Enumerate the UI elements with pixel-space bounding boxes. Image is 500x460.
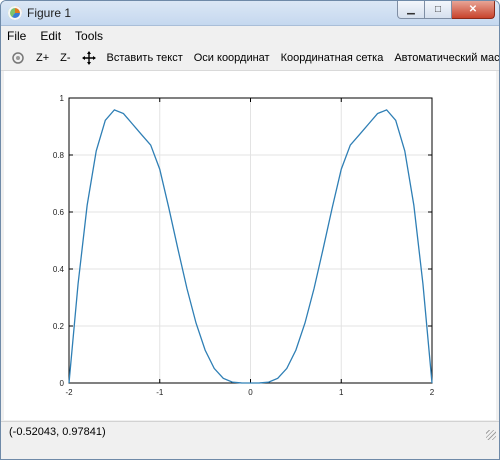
close-button[interactable]: ✕ xyxy=(452,1,495,19)
y-tick-label: 0.6 xyxy=(53,208,65,217)
menu-file-label: File xyxy=(7,29,27,43)
resize-grip[interactable] xyxy=(486,430,496,440)
close-icon: ✕ xyxy=(468,4,478,15)
plot-svg[interactable]: -2 -1 0 1 2 0 0.2 0.4 0.6 0.8 1 xyxy=(4,71,496,420)
title-bar[interactable]: Figure 1 ▁ □ ✕ xyxy=(1,1,499,26)
menu-tools-label: Tools xyxy=(75,29,104,43)
menu-edit[interactable]: Edit xyxy=(40,29,61,43)
x-tick-label: 2 xyxy=(430,388,435,397)
zoom-out-button[interactable]: Z- xyxy=(60,52,70,64)
y-tick-label: 0 xyxy=(60,379,65,388)
menu-file[interactable]: File xyxy=(7,29,26,43)
y-tick-label: 0.4 xyxy=(53,265,65,274)
toggle-axes-button[interactable]: Оси координат xyxy=(194,52,270,64)
y-tick-label: 0.2 xyxy=(53,322,65,331)
minimize-icon: ▁ xyxy=(407,4,415,15)
toggle-grid-button[interactable]: Координатная сетка xyxy=(281,52,384,64)
octave-app-icon xyxy=(8,6,22,20)
figure-canvas[interactable]: -2 -1 0 1 2 0 0.2 0.4 0.6 0.8 1 xyxy=(4,71,496,420)
rotate-icon xyxy=(12,52,24,64)
y-tick-label: 1 xyxy=(60,94,65,103)
zoom-in-button[interactable]: Z+ xyxy=(36,52,49,64)
maximize-icon: □ xyxy=(434,4,442,15)
pointer-coordinates: (-0.52043, 0.97841) xyxy=(9,426,106,438)
menu-edit-label: Edit xyxy=(40,29,62,43)
maximize-button[interactable]: □ xyxy=(425,1,452,19)
x-tick-label: 0 xyxy=(248,388,253,397)
window-controls: ▁ □ ✕ xyxy=(397,1,495,19)
pan-tool-button[interactable] xyxy=(81,50,96,66)
minimize-button[interactable]: ▁ xyxy=(397,1,425,19)
figure-window: Figure 1 ▁ □ ✕ File Edit Tools Z+ Z- Вст… xyxy=(0,0,500,460)
window-title: Figure 1 xyxy=(27,6,72,20)
y-tick-label: 0.8 xyxy=(53,151,65,160)
autoscale-button[interactable]: Автоматический масштаб xyxy=(394,52,499,64)
menu-tools[interactable]: Tools xyxy=(75,29,103,43)
pan-move-icon xyxy=(81,51,96,65)
menu-bar: File Edit Tools xyxy=(1,26,499,46)
x-tick-label: 1 xyxy=(339,388,344,397)
x-tick-label: -2 xyxy=(65,388,73,397)
x-tick-label: -1 xyxy=(156,388,164,397)
status-bar: (-0.52043, 0.97841) xyxy=(1,421,499,442)
figure-toolbar: Z+ Z- Вставить текст Оси координат Коорд… xyxy=(1,46,499,71)
rotate-tool-button[interactable] xyxy=(11,50,25,66)
insert-text-button[interactable]: Вставить текст xyxy=(107,52,183,64)
